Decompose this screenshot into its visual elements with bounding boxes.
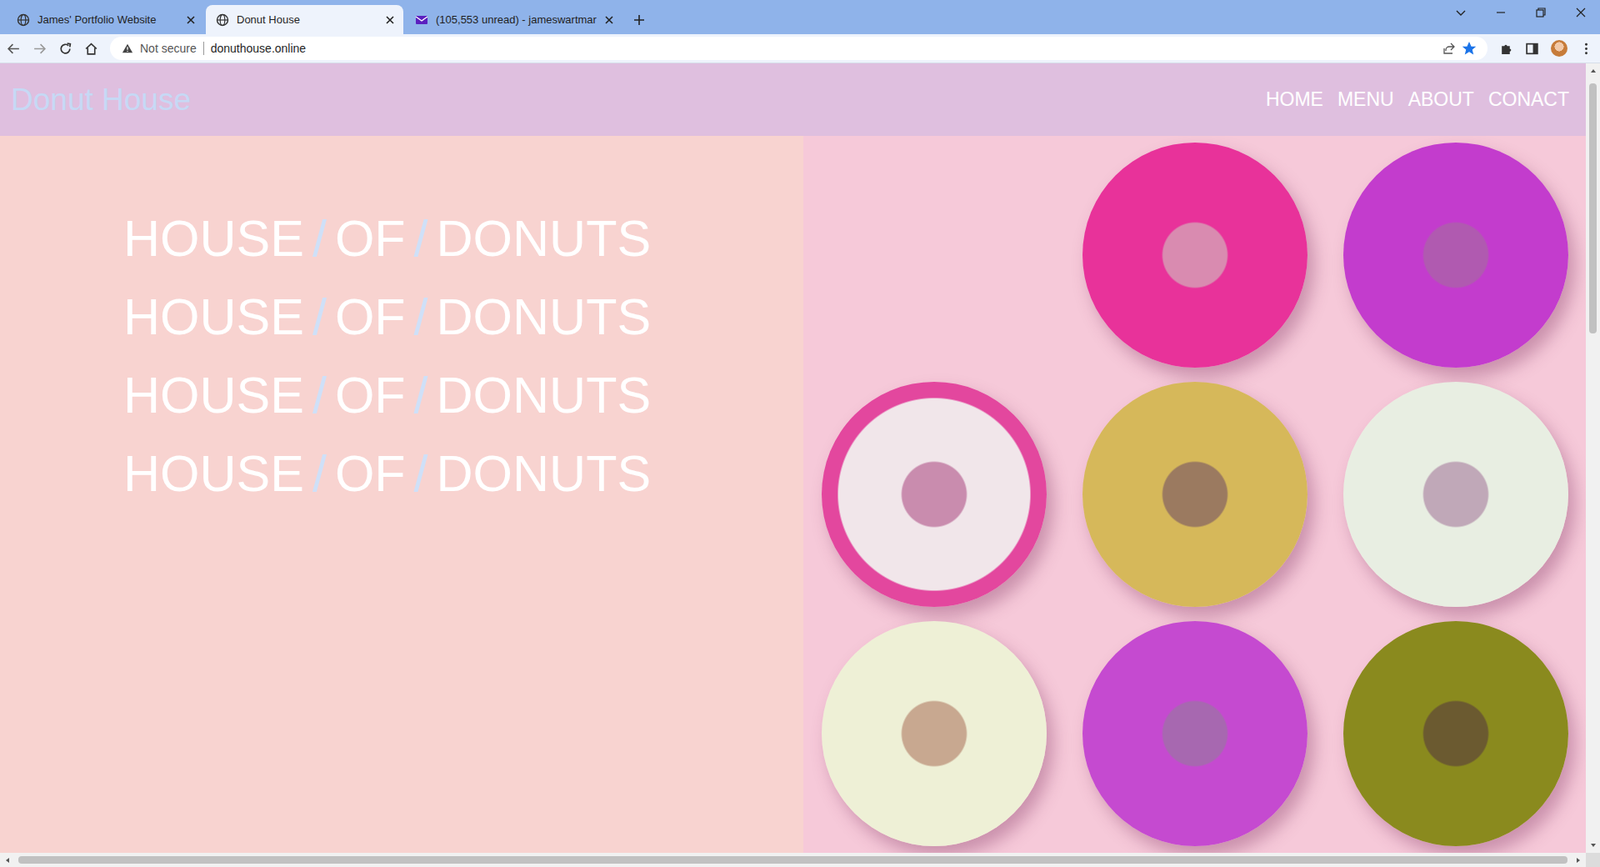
headline-word: OF <box>335 355 406 435</box>
headline-line: HOUSE/OF/DONUTS <box>123 434 804 513</box>
headline-word: DONUTS <box>436 434 652 513</box>
donut-icon <box>1343 142 1569 368</box>
divider <box>203 41 205 55</box>
headline-word: / <box>312 199 327 278</box>
scroll-left-icon[interactable] <box>3 855 12 865</box>
web-page: Donut HouseHOMEMENUABOUTCONACTHOUSE/OF/D… <box>0 63 1586 853</box>
headline-word: / <box>312 355 327 435</box>
back-arrow-icon[interactable] <box>6 41 21 56</box>
close-icon[interactable] <box>185 15 196 25</box>
browser-tab[interactable]: (105,553 unread) - jameswartmar <box>405 5 623 35</box>
tab-label: James' Portfolio Website <box>37 13 179 26</box>
forward-arrow-icon[interactable] <box>32 41 47 56</box>
hero-text-panel: HOUSE/OF/DONUTSHOUSE/OF/DONUTSHOUSE/OF/D… <box>0 135 804 853</box>
mail-icon <box>415 13 429 27</box>
nav-link[interactable]: HOME <box>1265 88 1324 111</box>
donut-photo <box>803 135 1586 853</box>
scroll-right-icon[interactable] <box>1574 855 1583 865</box>
headline-word: DONUTS <box>436 277 652 356</box>
share-icon[interactable] <box>1442 41 1456 55</box>
tab-strip: James' Portfolio Website Donut House (105,… <box>0 0 1600 35</box>
toolbar: Not secure donuthouse.online <box>0 34 1600 64</box>
headline-word: DONUTS <box>436 355 652 435</box>
tab-label: Donut House <box>236 13 378 26</box>
donut-icon <box>1082 142 1308 368</box>
close-window-icon[interactable] <box>1574 5 1588 20</box>
security-label: Not secure <box>140 41 197 55</box>
home-icon[interactable] <box>84 41 99 56</box>
side-panel-icon[interactable] <box>1525 41 1540 56</box>
headline-word: / <box>414 277 429 356</box>
headline-word: / <box>312 277 327 356</box>
browser-window: James' Portfolio Website Donut House (105,… <box>0 0 1600 867</box>
profile-avatar-icon[interactable] <box>1550 40 1568 57</box>
headline-word: OF <box>335 434 406 513</box>
url-text: donuthouse.online <box>210 41 306 55</box>
headline-word: OF <box>335 277 406 356</box>
donut-icon <box>1343 381 1569 607</box>
donut-icon <box>1082 620 1308 846</box>
minimize-icon[interactable] <box>1494 5 1508 20</box>
donut-icon <box>1343 620 1569 846</box>
reload-icon[interactable] <box>58 41 73 56</box>
new-tab-icon[interactable] <box>632 13 646 27</box>
headline-word: OF <box>335 199 406 278</box>
headline-word: DONUTS <box>436 199 652 278</box>
warning-icon <box>121 42 134 55</box>
headline-word: HOUSE <box>123 434 305 513</box>
nav-link[interactable]: ABOUT <box>1408 88 1475 111</box>
headline-line: HOUSE/OF/DONUTS <box>123 199 804 278</box>
hero-section: HOUSE/OF/DONUTSHOUSE/OF/DONUTSHOUSE/OF/D… <box>0 135 1586 853</box>
headline-word: / <box>414 199 429 278</box>
close-icon[interactable] <box>385 15 395 25</box>
chevron-down-icon[interactable] <box>1454 5 1468 20</box>
headline-line: HOUSE/OF/DONUTS <box>123 355 804 435</box>
headline-word: HOUSE <box>123 199 305 278</box>
bookmark-star-icon[interactable] <box>1462 41 1476 55</box>
headline-word: / <box>414 434 429 513</box>
tab-label: (105,553 unread) - jameswartmar <box>435 13 597 26</box>
headline-word: / <box>414 355 429 435</box>
site-logo[interactable]: Donut House <box>10 82 191 118</box>
browser-tab[interactable]: Donut House <box>205 5 404 35</box>
site-navbar: Donut House HOME MENU ABOUT CONACT <box>0 63 1586 136</box>
restore-icon[interactable] <box>1534 5 1548 20</box>
close-icon[interactable] <box>604 15 615 25</box>
page-viewport: Donut HouseHOMEMENUABOUTCONACTHOUSE/OF/D… <box>0 63 1600 867</box>
horizontal-scrollbar[interactable] <box>0 852 1600 867</box>
extensions-puzzle-icon[interactable] <box>1499 41 1514 56</box>
scroll-thumb[interactable] <box>18 855 1568 864</box>
browser-tab[interactable]: James' Portfolio Website <box>6 5 205 35</box>
vertical-scrollbar[interactable] <box>1585 63 1600 853</box>
donut-icon <box>1082 381 1308 607</box>
address-bar[interactable]: Not secure donuthouse.online <box>110 36 1488 60</box>
nav-link[interactable]: MENU <box>1337 88 1395 111</box>
globe-icon <box>16 13 30 27</box>
nav-link[interactable]: CONACT <box>1488 88 1570 111</box>
headline-line: HOUSE/OF/DONUTS <box>123 277 804 356</box>
scroll-down-icon[interactable] <box>1589 840 1598 850</box>
scroll-thumb[interactable] <box>1589 83 1597 334</box>
scroll-up-icon[interactable] <box>1589 66 1598 75</box>
globe-icon <box>215 13 230 27</box>
menu-kebab-icon[interactable] <box>1579 41 1594 56</box>
headline-word: / <box>312 434 327 513</box>
headline-word: HOUSE <box>123 277 305 356</box>
donut-icon <box>821 620 1047 846</box>
headline-word: HOUSE <box>123 355 305 435</box>
donut-icon <box>821 381 1047 607</box>
